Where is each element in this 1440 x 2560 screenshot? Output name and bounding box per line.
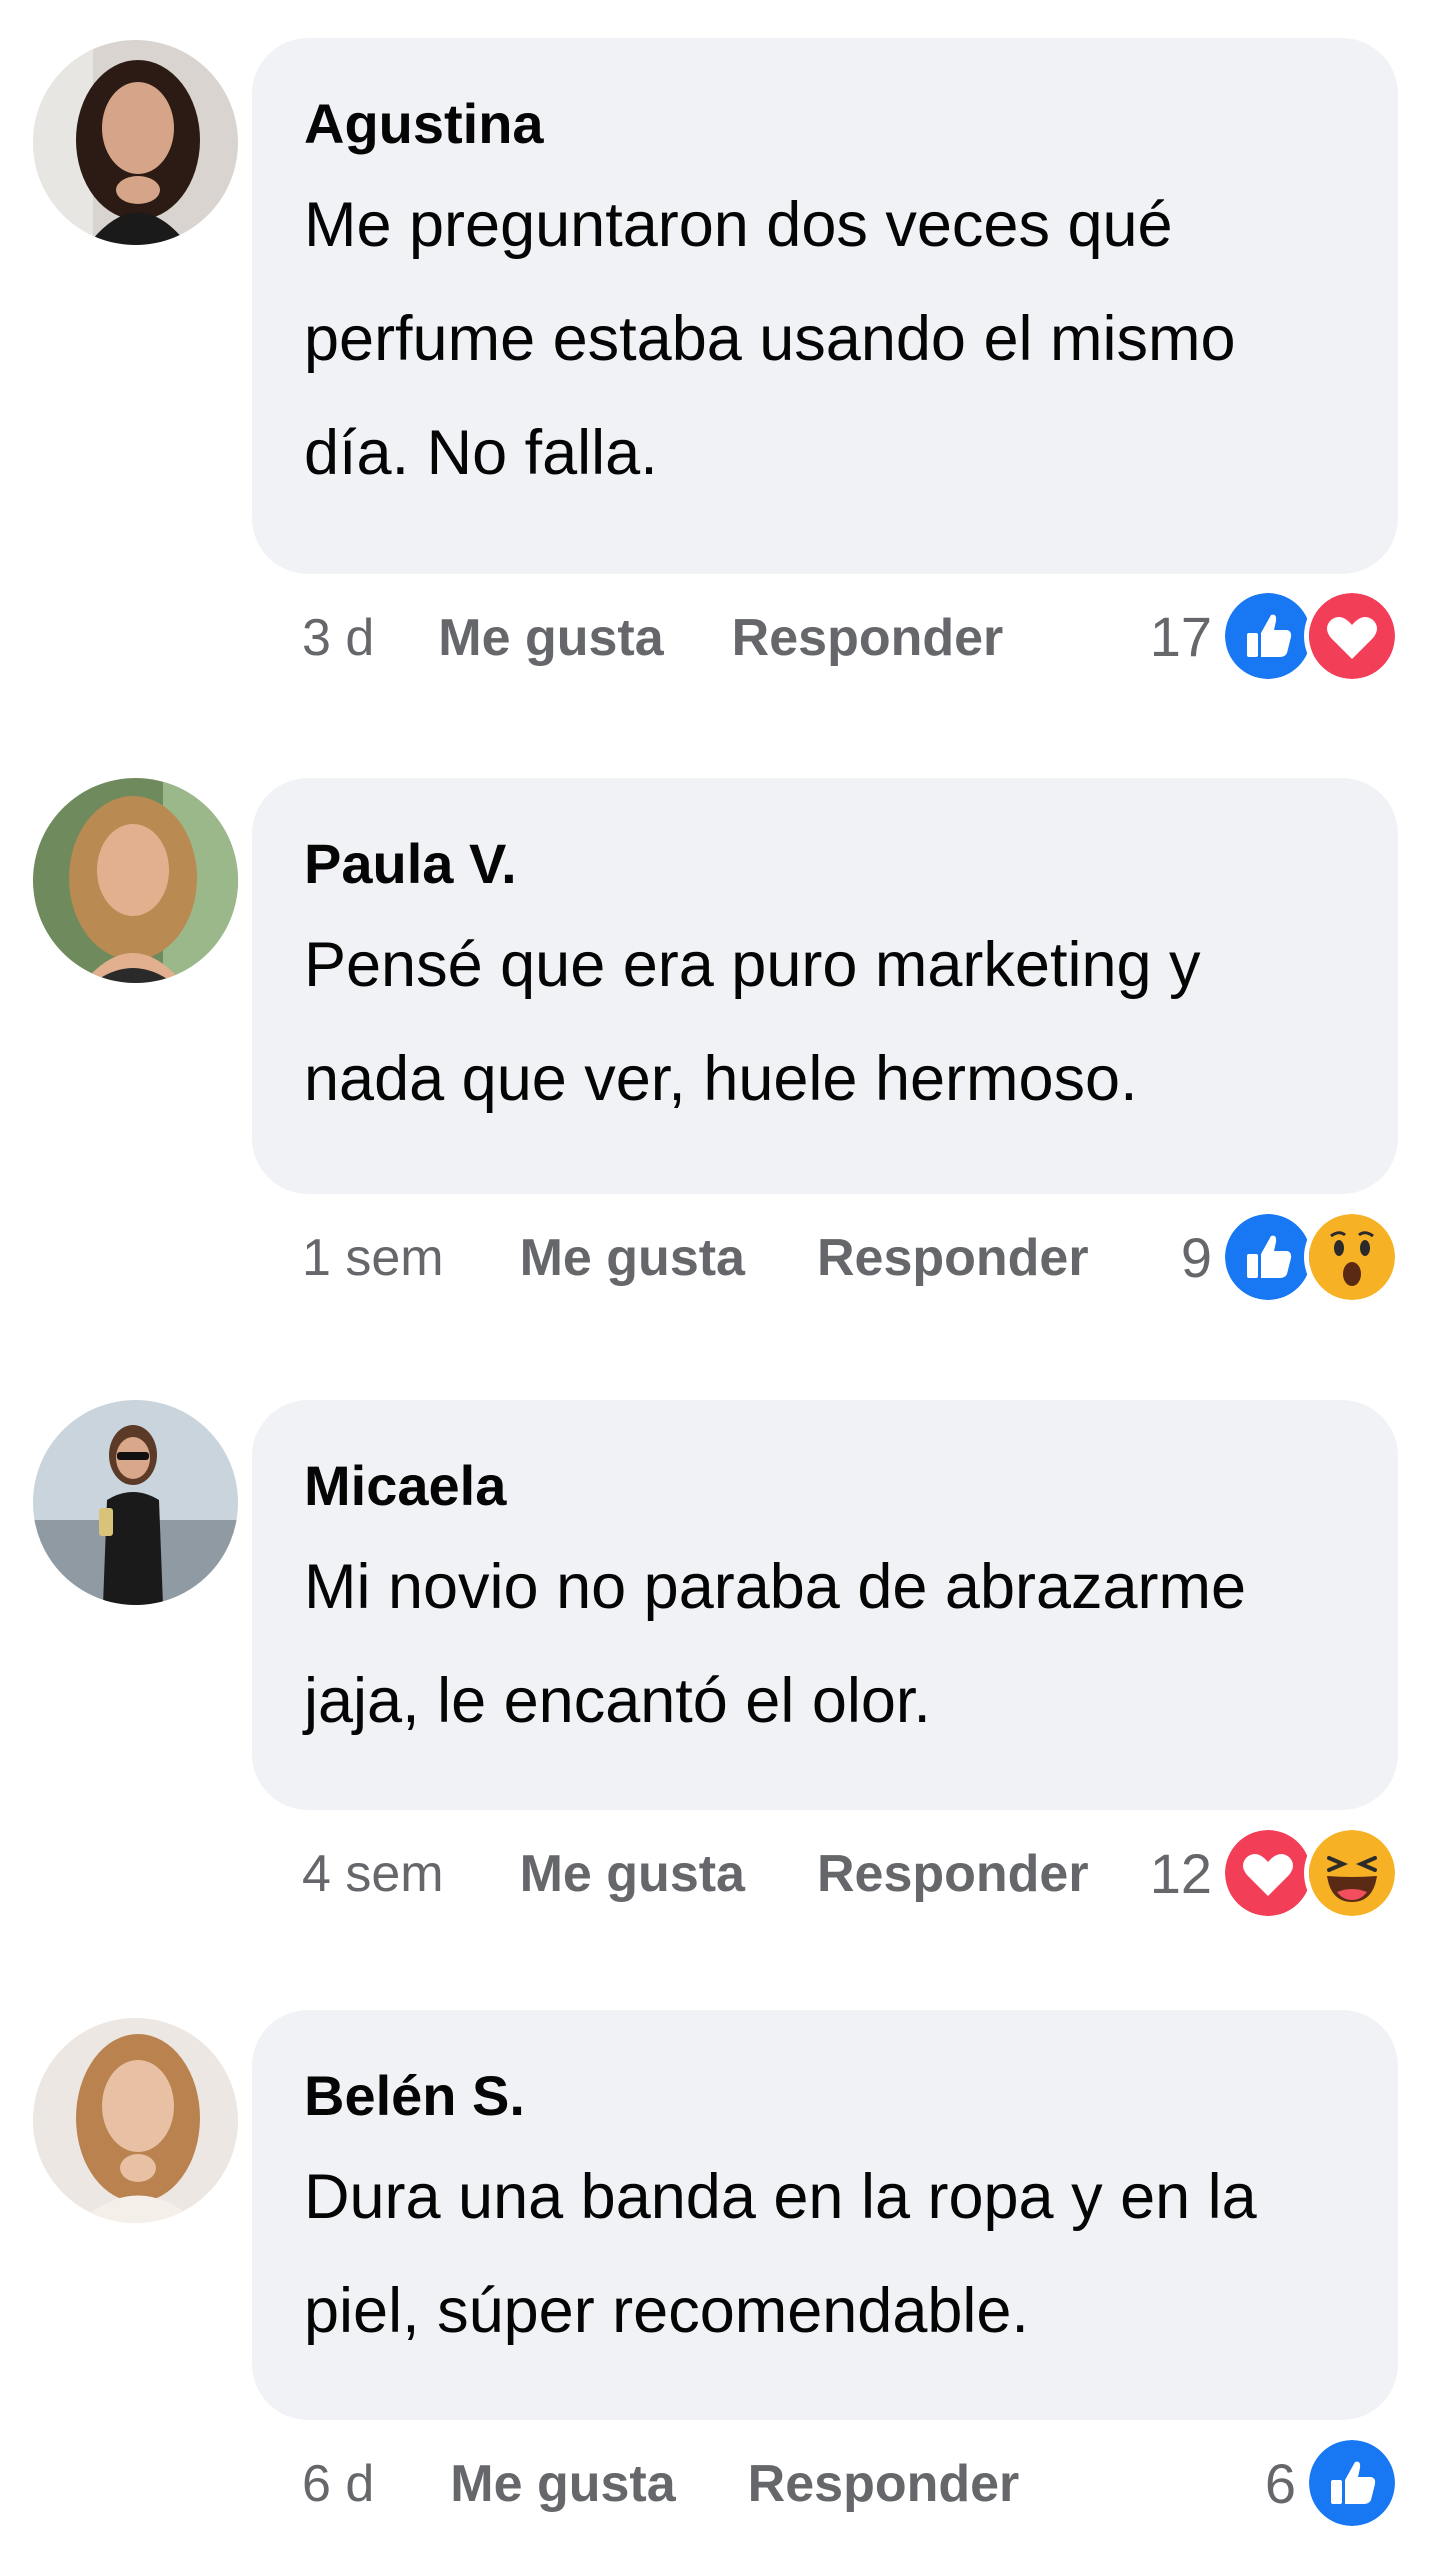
comment-author[interactable]: Belén S. bbox=[304, 2064, 1346, 2128]
reaction-count: 9 bbox=[1180, 1225, 1212, 1289]
comment-actions: 1 sem Me gusta Responder bbox=[302, 1218, 1089, 1298]
reply-button[interactable]: Responder bbox=[732, 608, 1004, 668]
reaction-summary[interactable]: 17 bbox=[1149, 588, 1400, 684]
comment-time[interactable]: 3 d bbox=[302, 608, 374, 668]
comment-author[interactable]: Micaela bbox=[304, 1454, 1346, 1518]
comment-actions: 4 sem Me gusta Responder bbox=[302, 1834, 1089, 1914]
comment-bubble: Agustina Me preguntaron dos veces qué pe… bbox=[252, 38, 1398, 574]
reaction-summary[interactable]: 12 bbox=[1149, 1825, 1400, 1921]
like-button[interactable]: Me gusta bbox=[520, 1844, 745, 1904]
reply-button[interactable]: Responder bbox=[817, 1228, 1089, 1288]
reaction-count: 12 bbox=[1149, 1841, 1212, 1905]
comment-author[interactable]: Paula V. bbox=[304, 832, 1346, 896]
avatar[interactable] bbox=[33, 40, 238, 245]
like-button[interactable]: Me gusta bbox=[450, 2454, 675, 2514]
avatar[interactable] bbox=[33, 2018, 238, 2223]
comment-author[interactable]: Agustina bbox=[304, 92, 1346, 156]
comment-bubble: Micaela Mi novio no paraba de abrazarme … bbox=[252, 1400, 1398, 1810]
reaction-summary[interactable]: 6 bbox=[1264, 2435, 1400, 2531]
reaction-summary[interactable]: 9 bbox=[1180, 1209, 1400, 1305]
reaction-count: 17 bbox=[1149, 604, 1212, 668]
comment-text: Dura una banda en la ropa y en la piel, … bbox=[304, 2162, 1257, 2346]
reaction-count: 6 bbox=[1264, 2451, 1296, 2515]
comment-bubble: Belén S. Dura una banda en la ropa y en … bbox=[252, 2010, 1398, 2420]
avatar[interactable] bbox=[33, 1400, 238, 1605]
like-icon bbox=[1220, 588, 1316, 684]
comment-time[interactable]: 1 sem bbox=[302, 1228, 444, 1288]
comment-actions: 6 d Me gusta Responder bbox=[302, 2444, 1019, 2524]
avatar[interactable] bbox=[33, 778, 238, 983]
love-icon bbox=[1304, 588, 1400, 684]
love-icon bbox=[1220, 1825, 1316, 1921]
comment-time[interactable]: 6 d bbox=[302, 2454, 374, 2514]
haha-icon bbox=[1304, 1825, 1400, 1921]
like-button[interactable]: Me gusta bbox=[520, 1228, 745, 1288]
comment-actions: 3 d Me gusta Responder bbox=[302, 598, 1003, 678]
comment-text: Pensé que era puro marketing y nada que … bbox=[304, 930, 1201, 1114]
reply-button[interactable]: Responder bbox=[817, 1844, 1089, 1904]
like-button[interactable]: Me gusta bbox=[438, 608, 663, 668]
comment-time[interactable]: 4 sem bbox=[302, 1844, 444, 1904]
comment-text: Mi novio no paraba de abrazarme jaja, le… bbox=[304, 1552, 1247, 1736]
wow-icon bbox=[1304, 1209, 1400, 1305]
comment-text: Me preguntaron dos veces qué perfume est… bbox=[304, 190, 1236, 488]
reply-button[interactable]: Responder bbox=[748, 2454, 1020, 2514]
like-icon bbox=[1220, 1209, 1316, 1305]
comment-bubble: Paula V. Pensé que era puro marketing y … bbox=[252, 778, 1398, 1194]
like-icon bbox=[1304, 2435, 1400, 2531]
